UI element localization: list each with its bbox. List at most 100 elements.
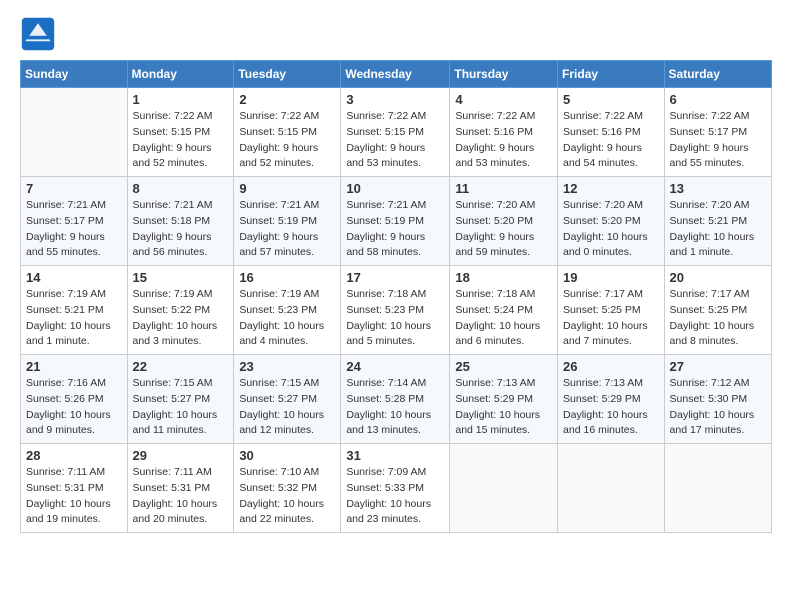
info-line: Sunset: 5:25 PM — [670, 303, 766, 319]
info-line: and 59 minutes. — [455, 245, 552, 261]
day-info: Sunrise: 7:09 AMSunset: 5:33 PMDaylight:… — [346, 465, 444, 528]
info-line: Sunrise: 7:19 AM — [26, 287, 122, 303]
info-line: Sunrise: 7:18 AM — [455, 287, 552, 303]
day-info: Sunrise: 7:16 AMSunset: 5:26 PMDaylight:… — [26, 376, 122, 439]
info-line: Daylight: 9 hours — [346, 230, 444, 246]
info-line: Daylight: 9 hours — [133, 141, 229, 157]
day-number: 4 — [455, 92, 552, 107]
day-info: Sunrise: 7:14 AMSunset: 5:28 PMDaylight:… — [346, 376, 444, 439]
day-info: Sunrise: 7:21 AMSunset: 5:19 PMDaylight:… — [346, 198, 444, 261]
info-line: Daylight: 10 hours — [670, 230, 766, 246]
day-number: 25 — [455, 359, 552, 374]
calendar-cell: 3 Sunrise: 7:22 AMSunset: 5:15 PMDaylight… — [341, 88, 450, 177]
info-line: and 3 minutes. — [133, 334, 229, 350]
day-header-sunday: Sunday — [21, 61, 128, 88]
day-number: 27 — [670, 359, 766, 374]
day-number: 22 — [133, 359, 229, 374]
info-line: Daylight: 10 hours — [133, 497, 229, 513]
info-line: Sunset: 5:31 PM — [26, 481, 122, 497]
info-line: Sunset: 5:30 PM — [670, 392, 766, 408]
info-line: Daylight: 10 hours — [26, 408, 122, 424]
day-number: 1 — [133, 92, 229, 107]
info-line: Sunset: 5:29 PM — [455, 392, 552, 408]
info-line: and 5 minutes. — [346, 334, 444, 350]
info-line: Daylight: 10 hours — [26, 497, 122, 513]
day-number: 2 — [239, 92, 335, 107]
day-info: Sunrise: 7:10 AMSunset: 5:32 PMDaylight:… — [239, 465, 335, 528]
info-line: and 11 minutes. — [133, 423, 229, 439]
info-line: Daylight: 9 hours — [455, 141, 552, 157]
info-line: Daylight: 10 hours — [133, 408, 229, 424]
day-number: 10 — [346, 181, 444, 196]
info-line: and 52 minutes. — [239, 156, 335, 172]
info-line: and 16 minutes. — [563, 423, 659, 439]
day-number: 15 — [133, 270, 229, 285]
info-line: Sunrise: 7:20 AM — [670, 198, 766, 214]
info-line: and 52 minutes. — [133, 156, 229, 172]
info-line: Daylight: 10 hours — [455, 408, 552, 424]
day-info: Sunrise: 7:18 AMSunset: 5:23 PMDaylight:… — [346, 287, 444, 350]
calendar-cell: 15Sunrise: 7:19 AMSunset: 5:22 PMDayligh… — [127, 266, 234, 355]
info-line: Sunset: 5:26 PM — [26, 392, 122, 408]
day-info: Sunrise: 7:22 AMSunset: 5:15 PMDaylight:… — [346, 109, 444, 172]
info-line: Sunset: 5:15 PM — [133, 125, 229, 141]
calendar-cell: 20Sunrise: 7:17 AMSunset: 5:25 PMDayligh… — [664, 266, 771, 355]
info-line: and 55 minutes. — [26, 245, 122, 261]
info-line: Sunrise: 7:21 AM — [346, 198, 444, 214]
info-line: Sunset: 5:16 PM — [455, 125, 552, 141]
info-line: Sunrise: 7:12 AM — [670, 376, 766, 392]
info-line: Sunrise: 7:14 AM — [346, 376, 444, 392]
info-line: Sunrise: 7:11 AM — [26, 465, 122, 481]
day-number: 28 — [26, 448, 122, 463]
info-line: Sunrise: 7:15 AM — [133, 376, 229, 392]
calendar-cell: 24 Sunrise: 7:14 AMSunset: 5:28 PMDayligh… — [341, 355, 450, 444]
info-line: Sunset: 5:19 PM — [239, 214, 335, 230]
day-number: 29 — [133, 448, 229, 463]
info-line: Sunset: 5:18 PM — [133, 214, 229, 230]
calendar-cell: 1 Sunrise: 7:22 AMSunset: 5:15 PMDaylight… — [127, 88, 234, 177]
week-row-2: 7Sunrise: 7:21 AMSunset: 5:17 PMDaylight… — [21, 177, 772, 266]
info-line: Daylight: 9 hours — [346, 141, 444, 157]
day-number: 30 — [239, 448, 335, 463]
day-number: 26 — [563, 359, 659, 374]
info-line: Sunset: 5:15 PM — [346, 125, 444, 141]
day-info: Sunrise: 7:17 AMSunset: 5:25 PMDaylight:… — [563, 287, 659, 350]
info-line: Sunrise: 7:22 AM — [346, 109, 444, 125]
info-line: Sunset: 5:23 PM — [239, 303, 335, 319]
day-info: Sunrise: 7:15 AMSunset: 5:27 PMDaylight:… — [133, 376, 229, 439]
info-line: Sunset: 5:21 PM — [26, 303, 122, 319]
info-line: Sunrise: 7:19 AM — [133, 287, 229, 303]
day-number: 5 — [563, 92, 659, 107]
day-info: Sunrise: 7:12 AMSunset: 5:30 PMDaylight:… — [670, 376, 766, 439]
info-line: Sunrise: 7:18 AM — [346, 287, 444, 303]
day-number: 12 — [563, 181, 659, 196]
calendar-cell: 31Sunrise: 7:09 AMSunset: 5:33 PMDayligh… — [341, 444, 450, 533]
day-number: 21 — [26, 359, 122, 374]
calendar-header: SundayMondayTuesdayWednesdayThursdayFrid… — [21, 61, 772, 88]
info-line: Sunset: 5:15 PM — [239, 125, 335, 141]
info-line: and 7 minutes. — [563, 334, 659, 350]
calendar-cell: 11Sunrise: 7:20 AMSunset: 5:20 PMDayligh… — [450, 177, 558, 266]
day-number: 17 — [346, 270, 444, 285]
day-header-tuesday: Tuesday — [234, 61, 341, 88]
info-line: Sunset: 5:23 PM — [346, 303, 444, 319]
calendar-cell: 12Sunrise: 7:20 AMSunset: 5:20 PMDayligh… — [558, 177, 665, 266]
week-row-5: 28Sunrise: 7:11 AMSunset: 5:31 PMDayligh… — [21, 444, 772, 533]
info-line: Sunset: 5:25 PM — [563, 303, 659, 319]
info-line: and 1 minute. — [670, 245, 766, 261]
day-number: 24 — [346, 359, 444, 374]
day-number: 6 — [670, 92, 766, 107]
info-line: Sunrise: 7:22 AM — [133, 109, 229, 125]
calendar-cell: 18Sunrise: 7:18 AMSunset: 5:24 PMDayligh… — [450, 266, 558, 355]
info-line: Sunset: 5:20 PM — [455, 214, 552, 230]
week-row-3: 14Sunrise: 7:19 AMSunset: 5:21 PMDayligh… — [21, 266, 772, 355]
day-number: 3 — [346, 92, 444, 107]
calendar-cell: 8Sunrise: 7:21 AMSunset: 5:18 PMDaylight… — [127, 177, 234, 266]
day-number: 18 — [455, 270, 552, 285]
info-line: Sunset: 5:24 PM — [455, 303, 552, 319]
info-line: Sunset: 5:21 PM — [670, 214, 766, 230]
info-line: and 20 minutes. — [133, 512, 229, 528]
day-info: Sunrise: 7:22 AMSunset: 5:15 PMDaylight:… — [133, 109, 229, 172]
info-line: Daylight: 10 hours — [670, 408, 766, 424]
info-line: Sunrise: 7:20 AM — [563, 198, 659, 214]
